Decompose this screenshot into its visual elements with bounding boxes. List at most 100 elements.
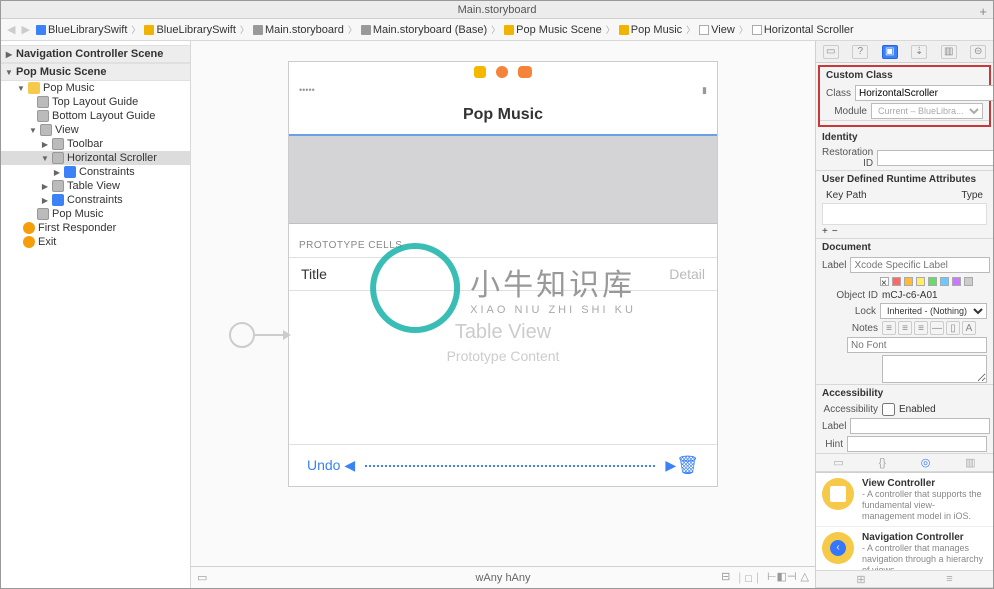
bc-vc[interactable]: Pop Music [631, 24, 682, 36]
pin-icon[interactable]: ⊢◧⊣ [767, 570, 797, 586]
tree-popmusic-vc[interactable]: ▼ Pop Music [1, 81, 190, 95]
scene-navigation[interactable]: ▶ Navigation Controller Scene [1, 45, 190, 63]
add-tab-button[interactable]: + [979, 3, 987, 21]
prototype-cell[interactable]: Title Detail [289, 257, 717, 291]
lib-files-tab[interactable]: ▭ [833, 456, 843, 469]
segue-arrow[interactable] [229, 322, 291, 348]
swatch-yellow[interactable] [916, 277, 925, 286]
resolve-issues-icon[interactable]: △ [801, 570, 809, 586]
tree-constraints-2[interactable]: ▶ Constraints [1, 193, 190, 207]
swatch-gray[interactable] [964, 277, 973, 286]
inspector-tabs[interactable]: ▭ ? ▣ ⇣ ▥ ⊝ [816, 41, 993, 63]
notes-align-center-icon[interactable]: ≡ [898, 321, 912, 335]
tree-toolbar[interactable]: ▶ Toolbar [1, 137, 190, 151]
library-tabs[interactable]: ▭ {} ◎ ▥ [816, 454, 993, 472]
disclosure-icon[interactable]: ▶ [41, 140, 49, 149]
disclosure-icon[interactable]: ▼ [5, 68, 13, 77]
tree-bottom-guide[interactable]: Bottom Layout Guide [1, 109, 190, 123]
notes-align-left-icon[interactable]: ≡ [882, 321, 896, 335]
scene-header[interactable] [289, 62, 717, 82]
identity-inspector-tab[interactable]: ▣ [882, 45, 898, 59]
disclosure-icon[interactable]: ▼ [41, 154, 49, 163]
swatch-purple[interactable] [952, 277, 961, 286]
back-icon[interactable]: ◀ [7, 23, 15, 36]
tree-horizontal-scroller[interactable]: ▼ Horizontal Scroller [1, 151, 190, 165]
undo-button[interactable]: Undo ◀ [307, 457, 355, 474]
acc-enabled-checkbox[interactable] [882, 403, 895, 416]
quick-help-tab[interactable]: ? [852, 45, 868, 59]
disclosure-icon[interactable]: ▶ [5, 50, 13, 59]
disclosure-icon[interactable]: ▼ [29, 126, 37, 135]
swatch-blue[interactable] [940, 277, 949, 286]
lib-objects-tab[interactable]: ◎ [921, 456, 931, 469]
notes-font-field[interactable] [847, 337, 987, 353]
notes-font-button[interactable]: A [962, 321, 976, 335]
storyboard-canvas[interactable]: ••••• ▮ Pop Music PROTOTYPE CELLS Title … [191, 41, 815, 588]
bc-folder[interactable]: BlueLibrarySwift [156, 24, 235, 36]
object-library[interactable]: View Controller - A controller that supp… [816, 472, 993, 570]
runtime-attrs-table[interactable] [822, 203, 987, 225]
bc-file[interactable]: Main.storyboard [265, 24, 344, 36]
module-select[interactable]: Current – BlueLibra... [871, 103, 983, 119]
toolbar-view[interactable]: Undo ◀ ▶ 🗑 [289, 444, 717, 486]
disclosure-icon[interactable]: ▶ [41, 182, 49, 191]
trash-button[interactable]: 🗑 [676, 455, 699, 476]
label-color-swatches[interactable]: × [816, 274, 993, 289]
class-field[interactable] [855, 85, 993, 101]
document-outline[interactable]: ▶ Navigation Controller Scene ▼ Pop Musi… [1, 41, 191, 588]
restoration-id-field[interactable] [877, 150, 993, 166]
tree-first-responder[interactable]: First Responder [1, 221, 190, 235]
acc-label-field[interactable] [850, 418, 990, 434]
sizeclass-height[interactable]: hAny [505, 572, 530, 584]
connections-inspector-tab[interactable]: ⊝ [970, 45, 986, 59]
lib-list-icon[interactable]: ≡ [946, 573, 952, 585]
align-icon[interactable]: ｜□｜ [734, 570, 763, 586]
library-view-mode[interactable]: ⊞ ≡ [816, 570, 993, 588]
bc-hscroller[interactable]: Horizontal Scroller [764, 24, 854, 36]
disclosure-icon[interactable]: ▶ [41, 196, 49, 205]
outline-toggle-icon[interactable]: ▭ [197, 571, 207, 584]
add-attr-button[interactable]: + [822, 226, 828, 237]
disclosure-icon[interactable]: ▶ [53, 168, 61, 177]
bc-project[interactable]: BlueLibrarySwift [48, 24, 127, 36]
attributes-inspector-tab[interactable]: ⇣ [911, 45, 927, 59]
swatch-orange[interactable] [904, 277, 913, 286]
remove-attr-button[interactable]: − [832, 226, 838, 237]
bc-scene[interactable]: Pop Music Scene [516, 24, 602, 36]
forward-icon[interactable]: ▶ [21, 23, 29, 36]
sizeclass-width[interactable]: wAny [475, 572, 502, 584]
breadcrumb[interactable]: BlueLibrarySwift〉 BlueLibrarySwift〉 Main… [36, 23, 854, 36]
lib-grid-icon[interactable]: ⊞ [856, 573, 865, 586]
doc-label-field[interactable] [850, 257, 990, 273]
tree-exit[interactable]: Exit [1, 235, 190, 249]
tree-navitem[interactable]: Pop Music [1, 207, 190, 221]
horizontal-scroller-view[interactable] [289, 134, 717, 224]
swatch-green[interactable] [928, 277, 937, 286]
notes-textarea[interactable] [882, 355, 987, 383]
lib-nav-controller[interactable]: ‹ Navigation Controller - A controller t… [816, 527, 993, 570]
stack-icon[interactable]: ⊟ [721, 570, 730, 586]
sizeclass-bar[interactable]: ▭ wAny hAny ⊟ ｜□｜ ⊢◧⊣ △ [191, 566, 815, 588]
lib-media-tab[interactable]: ▥ [965, 456, 975, 469]
disclosure-icon[interactable]: ▼ [17, 84, 25, 93]
tree-view[interactable]: ▼ View [1, 123, 190, 137]
notes-sep-icon[interactable]: — [930, 321, 944, 335]
vc-dock-icon[interactable] [474, 66, 486, 78]
tree-tableview[interactable]: ▶ Table View [1, 179, 190, 193]
lib-code-tab[interactable]: {} [879, 457, 886, 469]
file-inspector-tab[interactable]: ▭ [823, 45, 839, 59]
lock-select[interactable]: Inherited - (Nothing) [880, 303, 987, 319]
size-inspector-tab[interactable]: ▥ [941, 45, 957, 59]
bc-base[interactable]: Main.storyboard (Base) [373, 24, 487, 36]
first-responder-dock-icon[interactable] [496, 66, 508, 78]
bc-view[interactable]: View [711, 24, 735, 36]
notes-color-icon[interactable]: ▯ [946, 321, 960, 335]
scene-popmusic[interactable]: ▼ Pop Music Scene [1, 63, 190, 81]
swatch-none[interactable]: × [880, 277, 889, 286]
tree-top-guide[interactable]: Top Layout Guide [1, 95, 190, 109]
lib-view-controller[interactable]: View Controller - A controller that supp… [816, 473, 993, 527]
exit-dock-icon[interactable] [518, 66, 532, 78]
tree-constraints[interactable]: ▶ Constraints [1, 165, 190, 179]
notes-align-right-icon[interactable]: ≡ [914, 321, 928, 335]
acc-hint-field[interactable] [847, 436, 987, 452]
